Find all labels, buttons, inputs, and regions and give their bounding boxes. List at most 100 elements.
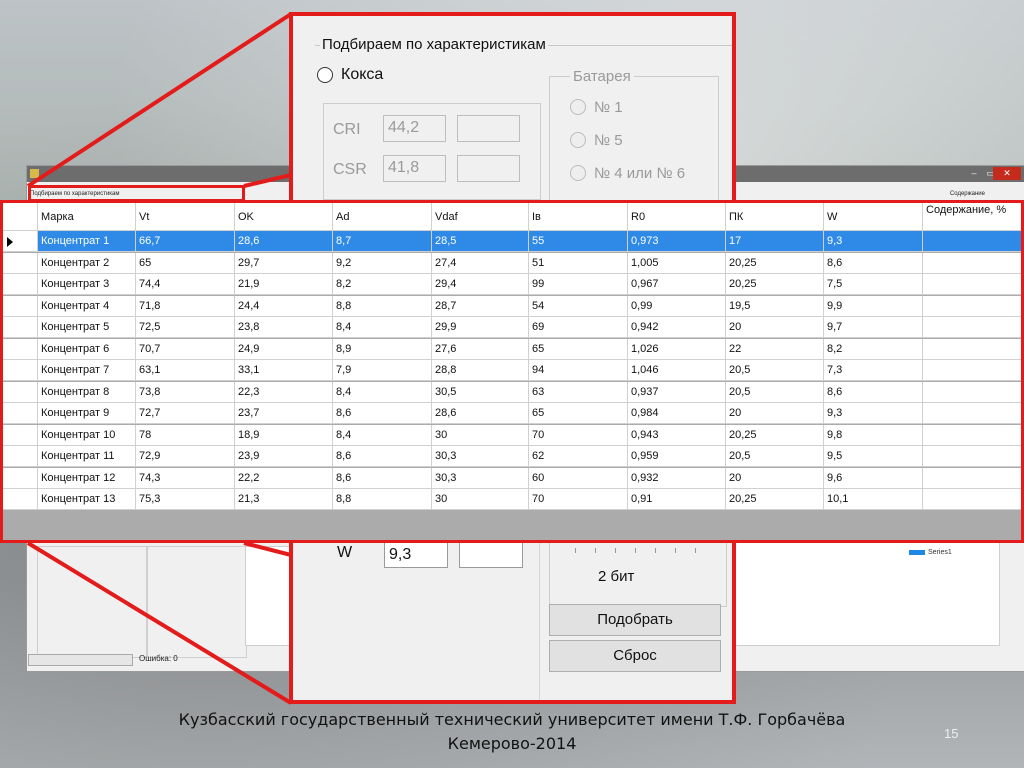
cell-mark[interactable]: Концентрат 10 [38, 424, 136, 446]
cell-w[interactable]: 9,3 [824, 403, 923, 424]
cell-ad[interactable]: 8,6 [333, 403, 432, 424]
cell-vdaf[interactable]: 27,6 [432, 338, 529, 360]
cri-target-field[interactable] [457, 115, 520, 142]
cell-w[interactable]: 7,3 [824, 360, 923, 381]
cell-iv[interactable]: 99 [529, 274, 628, 295]
radio-icon[interactable] [570, 132, 586, 149]
cell-r0[interactable]: 0,943 [628, 424, 726, 446]
cell-iv[interactable]: 63 [529, 381, 628, 403]
cell-ok[interactable]: 23,9 [235, 446, 333, 467]
battery-option-1[interactable]: № 1 [570, 98, 623, 116]
cell-r0[interactable]: 0,937 [628, 381, 726, 403]
cell-ad[interactable]: 8,8 [333, 295, 432, 317]
row-header[interactable] [3, 252, 38, 274]
cell-ad[interactable]: 8,6 [333, 446, 432, 467]
cell-pk[interactable]: 20 [726, 317, 824, 338]
cell-vt[interactable]: 72,5 [136, 317, 235, 338]
cell-iv[interactable]: 70 [529, 489, 628, 510]
reset-button[interactable]: Сброс [549, 640, 721, 672]
cell-pk[interactable]: 19,5 [726, 295, 824, 317]
cell-ok[interactable]: 24,4 [235, 295, 333, 317]
cell-pk[interactable]: 20,25 [726, 489, 824, 510]
cell-iv[interactable]: 69 [529, 317, 628, 338]
row-header[interactable] [3, 317, 38, 338]
cell-ad[interactable]: 8,7 [333, 231, 432, 252]
table-row[interactable]: Концентрат 9 72,7 23,7 8,6 28,6 65 0,984 20 9,3 [3, 403, 1021, 424]
radio-icon[interactable] [570, 99, 586, 116]
cell-w[interactable]: 8,6 [824, 252, 923, 274]
table-row[interactable]: Концентрат 11 72,9 23,9 8,6 30,3 62 0,959 20,5 9… [3, 446, 1021, 467]
cell-vdaf[interactable]: 28,8 [432, 360, 529, 381]
cell-pk[interactable]: 20,5 [726, 446, 824, 467]
cell-ad[interactable]: 8,4 [333, 424, 432, 446]
cell-ad[interactable]: 8,8 [333, 489, 432, 510]
cell-iv[interactable]: 65 [529, 338, 628, 360]
cell-w[interactable]: 9,8 [824, 424, 923, 446]
cell-iv[interactable]: 54 [529, 295, 628, 317]
cell-content[interactable] [923, 253, 1021, 274]
cell-content[interactable] [923, 360, 1021, 381]
coke-radio-icon[interactable] [317, 67, 333, 83]
coke-radio-row[interactable]: Кокса [317, 66, 383, 84]
cell-ad[interactable]: 8,4 [333, 317, 432, 338]
row-header[interactable] [3, 424, 38, 446]
cell-vt[interactable]: 65 [136, 252, 235, 274]
cell-ok[interactable]: 33,1 [235, 360, 333, 381]
row-header[interactable] [3, 231, 38, 252]
table-row[interactable]: Концентрат 8 73,8 22,3 8,4 30,5 63 0,937 20,5 8,… [3, 381, 1021, 403]
cell-r0[interactable]: 0,91 [628, 489, 726, 510]
row-header[interactable] [3, 295, 38, 317]
cell-ok[interactable]: 18,9 [235, 424, 333, 446]
row-header[interactable] [3, 360, 38, 381]
cell-ad[interactable]: 8,4 [333, 381, 432, 403]
cell-vt[interactable]: 71,8 [136, 295, 235, 317]
cell-vt[interactable]: 66,7 [136, 231, 235, 252]
cell-iv[interactable]: 62 [529, 446, 628, 467]
cell-pk[interactable]: 20,5 [726, 360, 824, 381]
cell-pk[interactable]: 20,25 [726, 424, 824, 446]
row-header[interactable] [3, 338, 38, 360]
cell-vdaf[interactable]: 29,4 [432, 274, 529, 295]
cell-pk[interactable]: 22 [726, 338, 824, 360]
cell-r0[interactable]: 0,932 [628, 467, 726, 489]
cell-vt[interactable]: 70,7 [136, 338, 235, 360]
cell-w[interactable]: 9,9 [824, 295, 923, 317]
table-row[interactable]: Концентрат 13 75,3 21,3 8,8 30 70 0,91 20,25 10,… [3, 489, 1021, 510]
cell-w[interactable]: 9,6 [824, 467, 923, 489]
cell-ad[interactable]: 8,2 [333, 274, 432, 295]
cell-w[interactable]: 9,3 [824, 231, 923, 252]
battery-option-4-6[interactable]: № 4 или № 6 [570, 164, 685, 182]
column-header-r0[interactable]: R0 [628, 203, 726, 231]
cell-pk[interactable]: 20,25 [726, 274, 824, 295]
cell-content[interactable] [923, 339, 1021, 360]
row-header[interactable] [3, 467, 38, 489]
cell-content[interactable] [923, 446, 1021, 467]
table-row[interactable]: Концентрат 4 71,8 24,4 8,8 28,7 54 0,99 19,5 9,9 [3, 295, 1021, 317]
cell-r0[interactable]: 0,973 [628, 231, 726, 252]
slider-ticks[interactable] [575, 548, 705, 556]
cell-ok[interactable]: 24,9 [235, 338, 333, 360]
cell-vdaf[interactable]: 30 [432, 489, 529, 510]
w-target-field[interactable] [459, 542, 523, 568]
cell-w[interactable]: 9,7 [824, 317, 923, 338]
cell-mark[interactable]: Концентрат 3 [38, 274, 136, 295]
cell-iv[interactable]: 65 [529, 403, 628, 424]
pick-button[interactable]: Подобрать [549, 604, 721, 636]
cell-ad[interactable]: 7,9 [333, 360, 432, 381]
cell-content[interactable] [923, 296, 1021, 317]
cell-ad[interactable]: 9,2 [333, 252, 432, 274]
row-header[interactable] [3, 381, 38, 403]
cell-content[interactable] [923, 274, 1021, 295]
cell-ok[interactable]: 23,7 [235, 403, 333, 424]
cell-content[interactable] [923, 425, 1021, 446]
cri-field[interactable]: 44,2 [383, 115, 446, 142]
table-row[interactable]: Концентрат 2 65 29,7 9,2 27,4 51 1,005 20,25 8,6 [3, 252, 1021, 274]
column-header-vdaf[interactable]: Vdaf [432, 203, 529, 231]
cell-w[interactable]: 10,1 [824, 489, 923, 510]
cell-mark[interactable]: Концентрат 8 [38, 381, 136, 403]
column-header-pk[interactable]: ПК [726, 203, 824, 231]
cell-vt[interactable]: 74,4 [136, 274, 235, 295]
cell-vt[interactable]: 72,7 [136, 403, 235, 424]
cell-content[interactable] [923, 403, 1021, 424]
cell-ad[interactable]: 8,6 [333, 467, 432, 489]
